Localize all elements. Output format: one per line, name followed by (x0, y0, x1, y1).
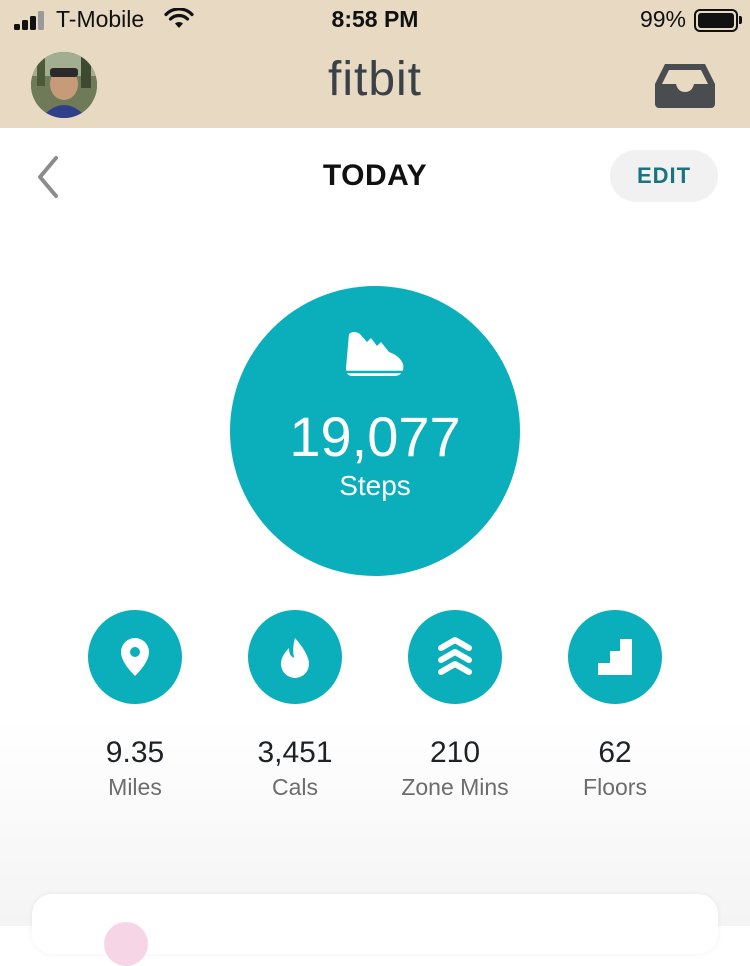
card-icon (104, 922, 148, 966)
stat-badge (248, 610, 342, 704)
zone-chevrons-icon (438, 637, 472, 675)
steps-label: Steps (339, 470, 411, 501)
flame-icon (281, 638, 309, 678)
status-time: 8:58 PM (331, 6, 419, 32)
stat-badge (88, 610, 182, 704)
next-tile-card[interactable] (32, 894, 718, 966)
battery-icon (694, 9, 742, 32)
status-bar: T-Mobile 8:58 PM 99% (0, 0, 750, 42)
stat-badge (568, 610, 662, 704)
stat-label: Zone Mins (401, 774, 509, 800)
inbox-icon[interactable] (654, 62, 716, 108)
stat-label: Floors (583, 774, 647, 800)
stat-badge (408, 610, 502, 704)
stat-value: 62 (598, 736, 632, 769)
battery-percentage: 99% (639, 6, 686, 32)
date-nav: TODAY EDIT (0, 128, 750, 228)
stat-value: 210 (429, 736, 481, 769)
edit-button[interactable]: EDIT (610, 150, 718, 202)
fitbit-logo: fitbit (327, 53, 423, 106)
app-bar: fitbit (0, 42, 750, 128)
steps-tile[interactable]: 19,077 Steps (230, 286, 520, 576)
stairs-icon (598, 639, 632, 675)
shoe-icon (346, 332, 404, 376)
stat-value: 3,451 (257, 736, 333, 769)
steps-count: 19,077 (289, 405, 461, 468)
location-pin-icon (121, 638, 149, 676)
stat-label: Miles (108, 774, 162, 800)
stat-value: 9.35 (105, 736, 165, 769)
stat-label: Cals (271, 774, 318, 800)
